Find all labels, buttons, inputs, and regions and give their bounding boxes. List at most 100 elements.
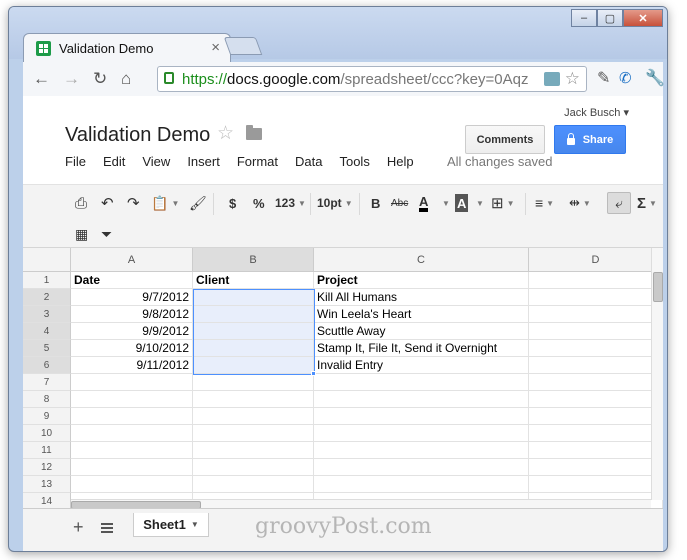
column-header-a[interactable]: A <box>71 248 193 272</box>
row-header[interactable]: 5 <box>23 340 71 357</box>
sheet-list-icon[interactable] <box>101 523 113 533</box>
cell-a8[interactable] <box>71 391 193 408</box>
cell-c13[interactable] <box>314 476 529 493</box>
address-bar[interactable]: https://docs.google.com/spreadsheet/ccc?… <box>157 66 587 92</box>
select-all-corner[interactable] <box>23 248 71 272</box>
row-header[interactable]: 13 <box>23 476 71 493</box>
fill-color-button[interactable]: A <box>455 194 469 212</box>
cell-c3[interactable]: Win Leela's Heart <box>314 306 529 323</box>
cell-a7[interactable] <box>71 374 193 391</box>
text-color-dropdown-icon[interactable]: ▼ <box>439 194 450 212</box>
row-header[interactable]: 3 <box>23 306 71 323</box>
vertical-scrollbar[interactable] <box>651 248 663 500</box>
filter-icon[interactable]: ⏷ <box>101 225 112 243</box>
menu-help[interactable]: Help <box>387 154 414 169</box>
row-header[interactable]: 6 <box>23 357 71 374</box>
font-size-select[interactable]: 10pt ▼ <box>317 194 353 212</box>
row-header[interactable]: 14 <box>23 493 71 508</box>
cell-d8[interactable] <box>529 391 663 408</box>
cell-d6[interactable] <box>529 357 663 374</box>
cell-b8[interactable] <box>193 391 314 408</box>
cell-d10[interactable] <box>529 425 663 442</box>
cell-c9[interactable] <box>314 408 529 425</box>
reload-icon[interactable]: ↻ <box>93 70 107 87</box>
cell-b3[interactable] <box>193 306 314 323</box>
sheet-dropdown-icon[interactable]: ▼ <box>191 520 199 529</box>
cell-b4[interactable] <box>193 323 314 340</box>
wrench-menu-icon[interactable]: 🔧 <box>645 70 665 87</box>
phone-extension-icon[interactable]: ✆ <box>619 70 632 87</box>
cell-b1[interactable]: Client <box>193 272 314 289</box>
cell-c7[interactable] <box>314 374 529 391</box>
page-action-icon[interactable] <box>544 72 560 86</box>
functions-button[interactable]: Σ ▼ <box>637 194 657 212</box>
borders-icon[interactable]: ⊞ ▼ <box>491 194 515 212</box>
cell-d3[interactable] <box>529 306 663 323</box>
bookmark-star-icon[interactable]: ☆ <box>565 69 580 89</box>
cell-c8[interactable] <box>314 391 529 408</box>
maximize-button[interactable]: ▢ <box>597 9 623 27</box>
menu-file[interactable]: File <box>65 154 86 169</box>
row-header[interactable]: 1 <box>23 272 71 289</box>
minimize-button[interactable]: ‒ <box>571 9 597 27</box>
currency-format-button[interactable]: $ <box>229 194 236 212</box>
cell-c2[interactable]: Kill All Humans <box>314 289 529 306</box>
cell-c1[interactable]: Project <box>314 272 529 289</box>
cell-a11[interactable] <box>71 442 193 459</box>
align-left-icon[interactable]: ≡ ▼ <box>535 194 554 212</box>
menu-view[interactable]: View <box>142 154 170 169</box>
cell-b10[interactable] <box>193 425 314 442</box>
column-header-d[interactable]: D <box>529 248 663 272</box>
row-header[interactable]: 12 <box>23 459 71 476</box>
add-sheet-button[interactable]: + <box>73 517 84 538</box>
strikethrough-button[interactable]: Abc <box>391 194 408 212</box>
row-header[interactable]: 10 <box>23 425 71 442</box>
back-arrow-icon[interactable]: ← <box>33 70 50 87</box>
row-header[interactable]: 9 <box>23 408 71 425</box>
star-document-icon[interactable]: ☆ <box>217 122 234 145</box>
account-menu[interactable]: Jack Busch ▾ <box>564 106 629 119</box>
vertical-scroll-thumb[interactable] <box>653 272 663 302</box>
cell-d4[interactable] <box>529 323 663 340</box>
paint-format-icon[interactable]: 🖌 <box>189 194 207 212</box>
bold-button[interactable]: B <box>371 194 380 212</box>
row-header[interactable]: 11 <box>23 442 71 459</box>
cell-d7[interactable] <box>529 374 663 391</box>
document-title[interactable]: Validation Demo <box>65 124 210 147</box>
forward-arrow-icon[interactable]: → <box>63 70 80 87</box>
close-window-button[interactable]: ✕ <box>623 9 663 27</box>
insert-chart-icon[interactable]: ▦ <box>75 225 88 243</box>
cell-a13[interactable] <box>71 476 193 493</box>
cell-a3[interactable]: 9/8/2012 <box>71 306 193 323</box>
spreadsheet-grid[interactable]: A B C D 1 Date Client Project 2 9/7/2012 Kill All … <box>23 248 663 508</box>
cell-a2[interactable]: 9/7/2012 <box>71 289 193 306</box>
cell-c12[interactable] <box>314 459 529 476</box>
home-icon[interactable]: ⌂ <box>121 70 131 87</box>
new-tab-button[interactable] <box>223 37 263 55</box>
text-color-button[interactable]: A <box>419 194 429 212</box>
cell-a12[interactable] <box>71 459 193 476</box>
merge-cells-icon[interactable]: ⇹ ▼ <box>569 194 591 212</box>
cell-d9[interactable] <box>529 408 663 425</box>
cell-d12[interactable] <box>529 459 663 476</box>
cell-d2[interactable] <box>529 289 663 306</box>
menu-insert[interactable]: Insert <box>187 154 220 169</box>
undo-icon[interactable]: ↶ <box>101 194 114 212</box>
menu-format[interactable]: Format <box>237 154 278 169</box>
cell-d13[interactable] <box>529 476 663 493</box>
cell-d5[interactable] <box>529 340 663 357</box>
redo-icon[interactable]: ↷ <box>127 194 140 212</box>
wrap-text-icon[interactable]: ⤶ <box>607 192 631 214</box>
row-header[interactable]: 7 <box>23 374 71 391</box>
column-header-b[interactable]: B <box>193 248 314 272</box>
cell-c5[interactable]: Stamp It, File It, Send it Overnight <box>314 340 529 357</box>
paste-format-icon[interactable]: 📋 ▼ <box>151 194 179 212</box>
menu-edit[interactable]: Edit <box>103 154 125 169</box>
cell-a5[interactable]: 9/10/2012 <box>71 340 193 357</box>
cell-b7[interactable] <box>193 374 314 391</box>
share-button[interactable]: Share <box>554 125 626 154</box>
browser-tab[interactable]: Validation Demo × <box>23 33 231 63</box>
print-icon[interactable]: ⎙ <box>75 194 87 212</box>
cell-b5[interactable] <box>193 340 314 357</box>
cell-b13[interactable] <box>193 476 314 493</box>
